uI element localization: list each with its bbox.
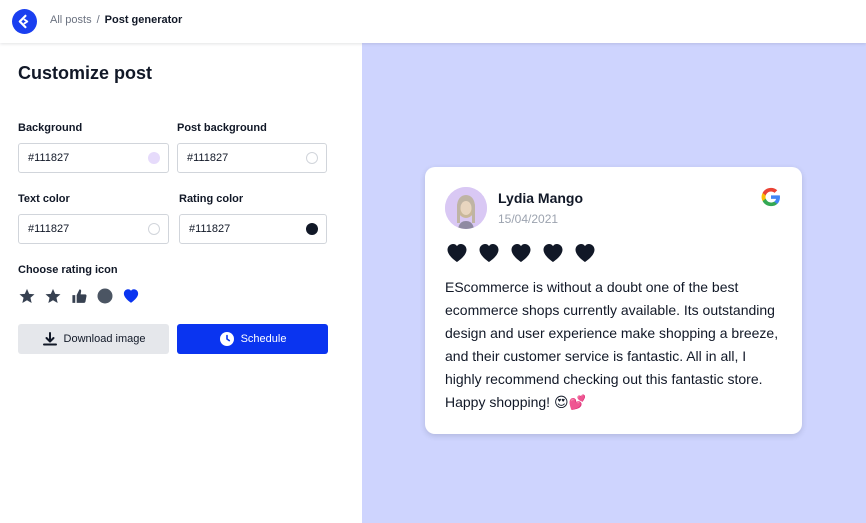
breadcrumb-separator: / — [96, 14, 100, 26]
google-icon — [760, 186, 782, 208]
background-input[interactable] — [28, 144, 138, 172]
customize-panel: Customize post Background Post backgroun… — [0, 43, 362, 523]
background-swatch[interactable] — [148, 152, 160, 164]
schedule-label: Schedule — [240, 333, 287, 345]
download-icon — [42, 332, 57, 346]
review-text: EScommerce is without a doubt one of the… — [445, 279, 779, 410]
app-logo-icon[interactable] — [12, 9, 37, 34]
rating-color-swatch[interactable] — [306, 223, 318, 235]
post-preview: Lydia Mango 15/04/2021 EScommerce is wit… — [362, 43, 866, 523]
background-field[interactable] — [18, 143, 169, 173]
star-outline-icon[interactable] — [18, 287, 36, 305]
rating-color-input[interactable] — [189, 215, 299, 243]
breadcrumb: All posts / Post generator — [50, 14, 182, 26]
heart-icon[interactable] — [122, 287, 140, 305]
rating-heart-icon — [479, 244, 499, 262]
text-color-swatch[interactable] — [148, 223, 160, 235]
post-background-field[interactable] — [177, 143, 327, 173]
download-image-label: Download image — [63, 333, 146, 345]
rating-hearts — [445, 241, 597, 265]
review-card: Lydia Mango 15/04/2021 EScommerce is wit… — [425, 167, 802, 434]
download-image-button[interactable]: Download image — [18, 324, 169, 354]
thumbs-up-icon[interactable] — [70, 287, 88, 305]
top-bar: All posts / Post generator — [0, 0, 866, 43]
circle-icon[interactable] — [96, 287, 114, 305]
review-date: 15/04/2021 — [498, 212, 559, 226]
text-color-field[interactable] — [18, 214, 169, 244]
rating-heart-icon — [575, 244, 595, 262]
post-background-swatch[interactable] — [306, 152, 318, 164]
rating-heart-icon — [543, 244, 563, 262]
star-icon[interactable] — [44, 287, 62, 305]
schedule-button[interactable]: Schedule — [177, 324, 328, 354]
rating-icon-label: Choose rating icon — [18, 264, 118, 276]
text-color-input[interactable] — [28, 215, 138, 243]
rating-heart-icon — [511, 244, 531, 262]
background-label: Background — [18, 122, 83, 134]
page-title: Customize post — [18, 63, 153, 83]
post-background-input[interactable] — [187, 144, 297, 172]
post-background-label: Post background — [177, 122, 267, 134]
reviewer-name: Lydia Mango — [498, 190, 584, 206]
text-color-label: Text color — [18, 193, 70, 205]
rating-color-field[interactable] — [179, 214, 327, 244]
breadcrumb-current: Post generator — [104, 14, 183, 26]
rating-icon-picker — [18, 287, 140, 305]
clock-icon — [219, 332, 234, 346]
breadcrumb-all-posts[interactable]: All posts — [50, 14, 92, 26]
avatar — [445, 187, 487, 229]
rating-heart-icon — [447, 244, 467, 262]
rating-color-label: Rating color — [179, 193, 244, 205]
